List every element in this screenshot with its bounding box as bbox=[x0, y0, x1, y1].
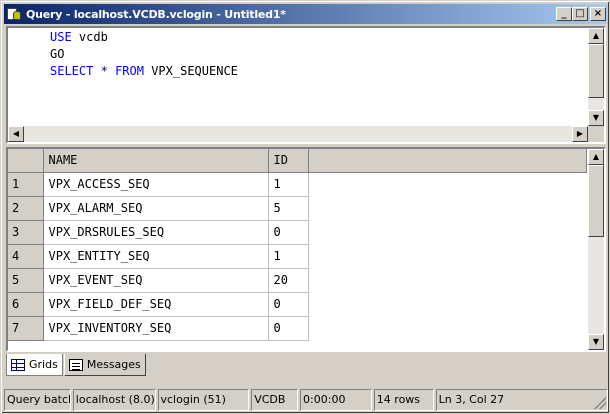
code-token: * bbox=[100, 64, 108, 78]
code-token: SELECT bbox=[50, 64, 94, 78]
tab-messages-label: Messages bbox=[86, 358, 141, 371]
id-cell[interactable]: 5 bbox=[268, 196, 309, 221]
results-table: NAME ID 1 VPX_ACCESS_SEQ 1 2 VPX_ALARM_SEQ 5 3… bbox=[8, 149, 587, 341]
code-token: GO bbox=[50, 47, 65, 61]
empty-cell bbox=[308, 316, 586, 340]
editor-horizontal-scrollbar[interactable]: ◀ ▶ bbox=[8, 126, 588, 142]
status-login: vclogin (51) bbox=[157, 389, 250, 411]
scroll-left-arrow-icon[interactable]: ◀ bbox=[8, 126, 24, 142]
code-token: USE bbox=[50, 30, 72, 44]
id-cell[interactable]: 1 bbox=[268, 244, 309, 269]
id-cell[interactable]: 20 bbox=[268, 268, 309, 293]
sql-code-area[interactable]: USE vcdb GO SELECT * FROM VPX_SEQUENCE bbox=[8, 28, 588, 126]
table-row[interactable]: 7 VPX_INVENTORY_SEQ 0 bbox=[8, 316, 586, 341]
name-cell[interactable]: VPX_ENTITY_SEQ bbox=[43, 244, 269, 269]
column-header-id[interactable]: ID bbox=[268, 149, 309, 173]
editor-vertical-scrollbar[interactable]: ▲ ▼ bbox=[588, 28, 604, 126]
id-cell[interactable]: 0 bbox=[268, 316, 309, 341]
tab-grids-label: Grids bbox=[29, 358, 58, 371]
row-number-header[interactable] bbox=[8, 149, 44, 173]
minimize-button[interactable]: _ bbox=[556, 7, 572, 21]
name-cell[interactable]: VPX_ALARM_SEQ bbox=[43, 196, 269, 221]
row-number-cell[interactable]: 7 bbox=[8, 316, 44, 341]
close-button[interactable]: × bbox=[590, 7, 606, 21]
table-row[interactable]: 5 VPX_EVENT_SEQ 20 bbox=[8, 268, 586, 293]
empty-cell bbox=[308, 196, 586, 220]
grid-scroll-thumb[interactable] bbox=[588, 165, 604, 237]
empty-cell bbox=[308, 172, 586, 196]
header-row: NAME ID bbox=[8, 149, 587, 173]
row-number-cell[interactable]: 6 bbox=[8, 292, 44, 317]
messages-icon bbox=[68, 358, 83, 371]
status-query-batch: Query batch c bbox=[4, 389, 71, 411]
query-document-icon bbox=[6, 7, 22, 21]
scroll-up-arrow-icon[interactable]: ▲ bbox=[588, 28, 604, 44]
window-title: Query - localhost.VCDB.vclogin - Untitle… bbox=[26, 7, 286, 21]
empty-cell bbox=[308, 220, 586, 244]
row-number-cell[interactable]: 2 bbox=[8, 196, 44, 221]
code-token: VPX_SEQUENCE bbox=[143, 64, 238, 78]
resize-grip[interactable] bbox=[594, 397, 606, 409]
empty-cell bbox=[308, 292, 586, 316]
column-header-name[interactable]: NAME bbox=[43, 149, 269, 173]
name-cell[interactable]: VPX_DRSRULES_SEQ bbox=[43, 220, 269, 245]
scroll-right-arrow-icon[interactable]: ▶ bbox=[572, 126, 588, 142]
tab-grids[interactable]: Grids bbox=[6, 354, 63, 376]
name-cell[interactable]: VPX_ACCESS_SEQ bbox=[43, 172, 269, 197]
row-number-cell[interactable]: 5 bbox=[8, 268, 44, 293]
status-cursor-position: Ln 3, Col 27 bbox=[435, 389, 608, 411]
table-row[interactable]: 6 VPX_FIELD_DEF_SEQ 0 bbox=[8, 292, 586, 317]
name-cell[interactable]: VPX_INVENTORY_SEQ bbox=[43, 316, 269, 341]
grid-scroll-up-arrow-icon[interactable]: ▲ bbox=[588, 149, 604, 165]
empty-cell bbox=[308, 244, 586, 268]
code-line[interactable]: SELECT * FROM VPX_SEQUENCE bbox=[50, 63, 588, 80]
editor-scroll-thumb[interactable] bbox=[588, 44, 604, 98]
row-number-cell[interactable]: 1 bbox=[8, 172, 44, 197]
code-token: vcdb bbox=[71, 30, 108, 44]
code-token: FROM bbox=[115, 64, 144, 78]
results-grid[interactable]: NAME ID 1 VPX_ACCESS_SEQ 1 2 VPX_ALARM_SEQ 5 3… bbox=[6, 147, 606, 352]
row-number-cell[interactable]: 3 bbox=[8, 220, 44, 245]
table-row[interactable]: 2 VPX_ALARM_SEQ 5 bbox=[8, 196, 586, 221]
scroll-down-arrow-icon[interactable]: ▼ bbox=[588, 110, 604, 126]
id-cell[interactable]: 0 bbox=[268, 292, 309, 317]
row-number-cell[interactable]: 4 bbox=[8, 244, 44, 269]
query-window: Query - localhost.VCDB.vclogin - Untitle… bbox=[0, 0, 610, 414]
code-line[interactable]: GO bbox=[50, 46, 588, 63]
name-cell[interactable]: VPX_FIELD_DEF_SEQ bbox=[43, 292, 269, 317]
grid-vertical-scrollbar[interactable]: ▲ ▼ bbox=[588, 149, 604, 350]
empty-header-space bbox=[308, 149, 587, 173]
table-row[interactable]: 4 VPX_ENTITY_SEQ 1 bbox=[8, 244, 586, 269]
maximize-button[interactable]: □ bbox=[572, 7, 588, 21]
status-row-count: 14 rows bbox=[373, 389, 434, 411]
sql-editor[interactable]: USE vcdb GO SELECT * FROM VPX_SEQUENCE ▲ ▼… bbox=[6, 26, 606, 144]
name-cell[interactable]: VPX_EVENT_SEQ bbox=[43, 268, 269, 293]
status-database: VCDB bbox=[251, 389, 299, 411]
status-elapsed: 0:00:00 bbox=[300, 389, 372, 411]
grid-scroll-down-arrow-icon[interactable]: ▼ bbox=[588, 334, 604, 350]
scrollbar-corner bbox=[588, 126, 604, 142]
table-row[interactable]: 3 VPX_DRSRULES_SEQ 0 bbox=[8, 220, 586, 245]
title-bar[interactable]: Query - localhost.VCDB.vclogin - Untitle… bbox=[4, 4, 608, 24]
results-tabs: Grids Messages bbox=[6, 354, 146, 378]
table-row[interactable]: 1 VPX_ACCESS_SEQ 1 bbox=[8, 172, 586, 197]
tab-messages[interactable]: Messages bbox=[63, 354, 146, 376]
id-cell[interactable]: 1 bbox=[268, 172, 309, 197]
code-line[interactable]: USE vcdb bbox=[50, 29, 588, 46]
status-bar: Query batch c localhost (8.0) vclogin (5… bbox=[4, 389, 608, 411]
grid-icon bbox=[11, 358, 25, 371]
empty-cell bbox=[308, 268, 586, 292]
status-server: localhost (8.0) bbox=[72, 389, 156, 411]
id-cell[interactable]: 0 bbox=[268, 220, 309, 245]
